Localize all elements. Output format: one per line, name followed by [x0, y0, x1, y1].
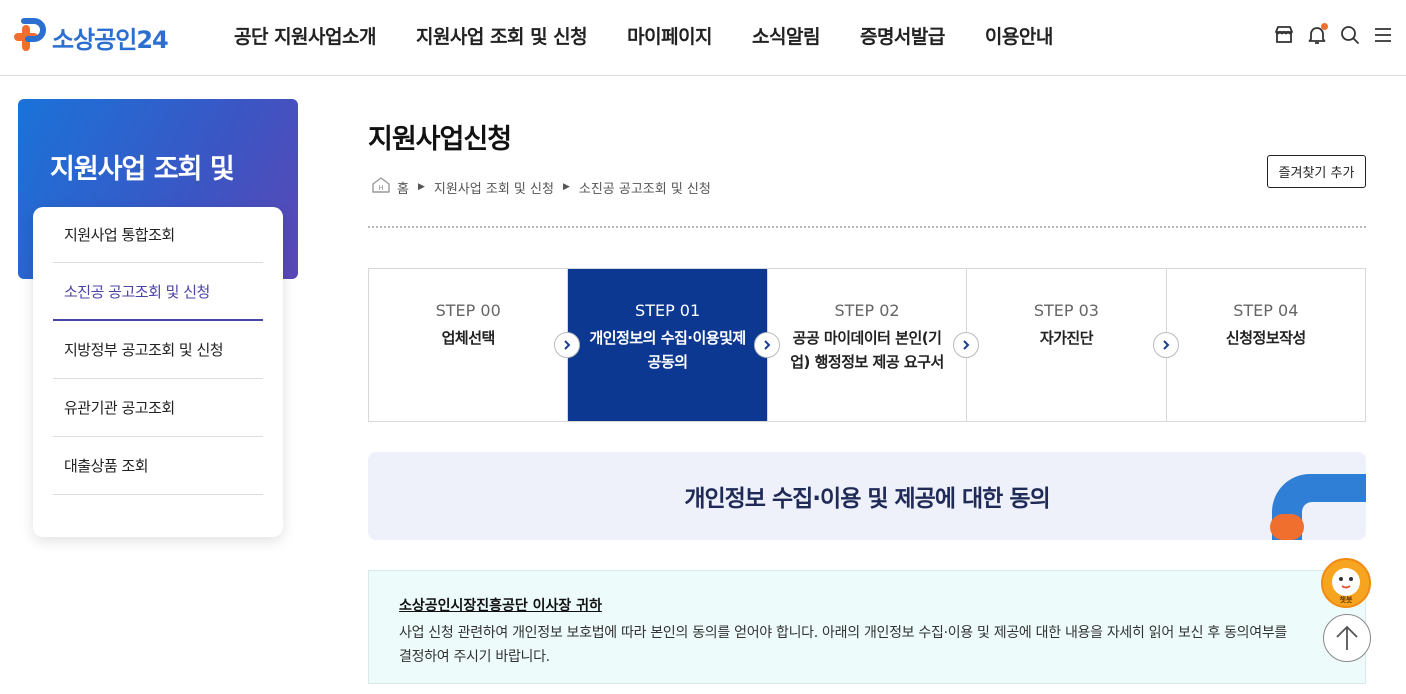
step-02: STEP 02 공공 마이데이터 본인(기업) 행정정보 제공 요구서 — [768, 269, 980, 421]
search-icon[interactable] — [1339, 24, 1361, 46]
step-00: STEP 00 업체선택 — [369, 269, 581, 421]
nav-item-news[interactable]: 소식알림 — [752, 22, 820, 49]
main-nav: 공단 지원사업소개 지원사업 조회 및 신청 마이페이지 소식알림 증명서발급 … — [214, 22, 1073, 49]
chevron-right-icon: ▶ — [562, 182, 570, 192]
consent-info-box: 소상공인시장진흥공단 이사장 귀하 사업 신청 관련하여 개인정보 보호법에 따… — [368, 570, 1366, 684]
step-label: 자가진단 — [1039, 329, 1094, 347]
section-banner: 개인정보 수집·이용 및 제공에 대한 동의 — [368, 452, 1366, 540]
logo-text: 소상공인24 — [52, 25, 169, 54]
chevron-right-icon — [753, 332, 780, 358]
nav-item-about[interactable]: 공단 지원사업소개 — [234, 22, 376, 49]
menu-icon[interactable] — [1372, 24, 1394, 46]
logo-icon — [10, 17, 50, 57]
step-number: STEP 02 — [834, 301, 900, 320]
info-heading: 소상공인시장진흥공단 이사장 귀하 — [399, 598, 602, 614]
site-logo[interactable]: 소상공인24 — [10, 17, 169, 57]
chevron-right-icon — [1152, 332, 1179, 358]
step-label: 공공 마이데이터 본인(기업) 행정정보 제공 요구서 — [790, 329, 944, 371]
sidebar-item-integrated-search[interactable]: 지원사업 통합조회 — [53, 207, 263, 263]
home-icon[interactable]: H — [371, 176, 391, 198]
step-label: 개인정보의 수집·이용및제공동의 — [589, 329, 746, 371]
breadcrumb-current[interactable]: 소진공 공고조회 및 신청 — [579, 178, 711, 197]
step-number: STEP 01 — [635, 301, 701, 320]
sidebar-item-loan-products[interactable]: 대출상품 조회 — [53, 437, 263, 495]
step-01: STEP 01 개인정보의 수집·이용및제공동의 — [568, 269, 780, 421]
nav-item-search-apply[interactable]: 지원사업 조회 및 신청 — [416, 22, 588, 49]
step-number: STEP 00 — [435, 301, 501, 320]
nav-item-mypage[interactable]: 마이페이지 — [627, 22, 712, 49]
sidebar-menu: 지원사업 통합조회 소진공 공고조회 및 신청 지방정부 공고조회 및 신청 유… — [33, 207, 283, 537]
arrow-up-icon — [1336, 625, 1358, 650]
store-icon[interactable] — [1273, 24, 1295, 46]
chatbot-button[interactable]: 챗봇 — [1321, 558, 1371, 608]
nav-item-guide[interactable]: 이용안내 — [985, 22, 1053, 49]
step-label: 신청정보작성 — [1225, 329, 1306, 347]
utility-icons — [1262, 23, 1394, 46]
svg-text:H: H — [378, 184, 383, 192]
step-04: STEP 04 신청정보작성 — [1167, 269, 1365, 421]
nav-item-certificates[interactable]: 증명서발급 — [860, 22, 945, 49]
chevron-right-icon: ▶ — [417, 182, 425, 192]
breadcrumb: H 홈 ▶ 지원사업 조회 및 신청 ▶ 소진공 공고조회 및 신청 — [371, 176, 711, 198]
info-body: 사업 신청 관련하여 개인정보 보호법에 따라 본인의 동의를 얻어야 합니다.… — [399, 625, 1287, 665]
banner-decoration — [1270, 474, 1366, 540]
step-number: STEP 04 — [1233, 301, 1299, 320]
section-title: 개인정보 수집·이용 및 제공에 대한 동의 — [684, 486, 1050, 512]
sidebar-item-local-gov-notice[interactable]: 지방정부 공고조회 및 신청 — [53, 321, 263, 379]
step-03: STEP 03 자가진단 — [967, 269, 1179, 421]
notification-dot — [1321, 23, 1328, 30]
sidebar-item-sbiz-notice[interactable]: 소진공 공고조회 및 신청 — [53, 263, 263, 321]
page-title: 지원사업신청 — [368, 124, 512, 155]
chatbot-icon: 챗봇 — [1332, 568, 1360, 604]
divider — [368, 226, 1366, 228]
breadcrumb-search-apply[interactable]: 지원사업 조회 및 신청 — [434, 178, 554, 197]
add-favorite-button[interactable]: 즐겨찾기 추가 — [1267, 155, 1366, 188]
step-label: 업체선택 — [441, 329, 496, 347]
bell-icon[interactable] — [1306, 23, 1328, 46]
site-header: 소상공인24 공단 지원사업소개 지원사업 조회 및 신청 마이페이지 소식알림… — [0, 0, 1406, 76]
chatbot-label: 챗봇 — [1340, 595, 1353, 604]
breadcrumb-home[interactable]: 홈 — [397, 178, 409, 197]
sidebar-item-related-agency-notice[interactable]: 유관기관 공고조회 — [53, 379, 263, 437]
step-progress: STEP 00 업체선택 STEP 01 개인정보의 수집·이용및제공동의 ST… — [368, 268, 1366, 422]
sidebar-title: 지원사업 조회 및 — [50, 154, 235, 185]
step-number: STEP 03 — [1033, 301, 1099, 320]
scroll-to-top-button[interactable] — [1323, 614, 1371, 662]
